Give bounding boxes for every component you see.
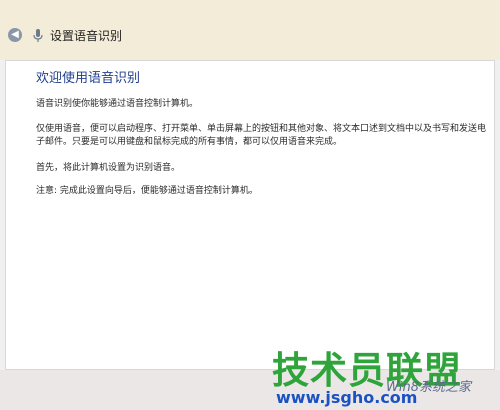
description-paragraph: 仅使用语音，便可以启动程序、打开菜单、单击屏幕上的按钮和其他对象、将文本口述到文…	[36, 124, 487, 147]
page-heading: 欢迎使用语音识别	[36, 71, 141, 86]
back-arrow-icon: ◀	[11, 29, 19, 40]
intro-paragraph: 语音识别使你能够通过语音控制计算机。	[36, 99, 199, 109]
back-button[interactable]: ◀	[8, 28, 22, 42]
microphone-icon	[33, 29, 43, 42]
note-paragraph: 注意: 完成此设置向导后，便能够通过语音控制计算机。	[36, 186, 258, 196]
first-step-paragraph: 首先，将此计算机设置为识别语音。	[36, 163, 181, 173]
wizard-content-panel: 欢迎使用语音识别 语音识别使你能够通过语音控制计算机。 仅使用语音，便可以启动程…	[5, 60, 495, 370]
window-title: 设置语音识别	[50, 29, 123, 43]
watermark-url: www.jsgho.com	[276, 388, 418, 407]
title-bar: ◀ 设置语音识别	[0, 0, 500, 60]
